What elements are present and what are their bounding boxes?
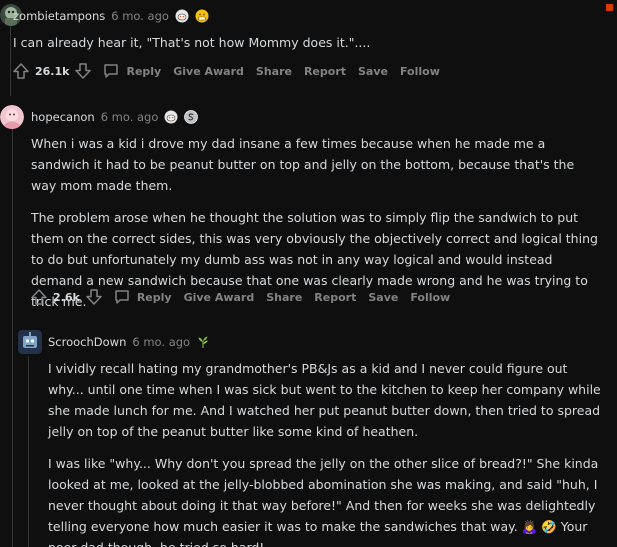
downvote-icon[interactable]: [85, 288, 103, 306]
share-button[interactable]: Share: [266, 291, 302, 304]
follow-button[interactable]: Follow: [410, 291, 450, 304]
upvote-icon[interactable]: [30, 288, 48, 306]
snoo-award-icon[interactable]: [175, 9, 189, 23]
avatar-pink-icon[interactable]: [0, 105, 24, 129]
comment-paragraph: I was like "why... Why don't you spread …: [48, 456, 599, 547]
timestamp[interactable]: 6 mo. ago: [101, 110, 159, 124]
reply-button[interactable]: Reply: [113, 288, 172, 306]
silver-award-icon[interactable]: [184, 110, 199, 124]
save-button[interactable]: Save: [358, 65, 388, 78]
reply-icon: [102, 62, 120, 80]
comment-body: I vividly recall hating my grandmother's…: [48, 358, 603, 547]
comment-meta: ScroochDown 6 mo. ago: [48, 332, 210, 352]
comment-paragraph: I vividly recall hating my grandmother's…: [48, 361, 601, 439]
share-button[interactable]: Share: [256, 65, 292, 78]
report-button[interactable]: Report: [314, 291, 356, 304]
thread-line[interactable]: [10, 24, 11, 96]
reply-label: Reply: [136, 290, 172, 304]
thread-line[interactable]: [12, 124, 13, 547]
reply-icon: [113, 288, 131, 306]
comment-thread: zombietampons 6 mo. ago I can already he…: [0, 0, 617, 547]
comment-actions: 2.6k Reply Give Award Share Report Save …: [30, 286, 450, 308]
reply-label: Reply: [126, 64, 162, 78]
username[interactable]: hopecanon: [31, 110, 95, 124]
timestamp[interactable]: 6 mo. ago: [132, 335, 190, 349]
comment-actions: 26.1k Reply Give Award Share Report Save…: [12, 60, 440, 82]
grimace-award-icon[interactable]: [195, 9, 209, 23]
reply-button[interactable]: Reply: [102, 62, 161, 80]
save-button[interactable]: Save: [368, 291, 398, 304]
timestamp[interactable]: 6 mo. ago: [111, 9, 169, 23]
give-award-button[interactable]: Give Award: [173, 65, 244, 78]
comment-paragraph: I can already hear it, "That's not how M…: [13, 35, 371, 50]
username[interactable]: ScroochDown: [48, 335, 126, 349]
downvote-icon[interactable]: [74, 62, 92, 80]
give-award-button[interactable]: Give Award: [184, 291, 255, 304]
report-button[interactable]: Report: [304, 65, 346, 78]
thread-line[interactable]: [28, 356, 29, 547]
snoo-award-icon[interactable]: [164, 110, 178, 124]
vote-score: 26.1k: [35, 64, 70, 78]
username[interactable]: zombietampons: [13, 9, 105, 23]
plant-award-icon[interactable]: [196, 335, 210, 349]
vote-score: 2.6k: [53, 290, 80, 304]
comment-meta: hopecanon 6 mo. ago: [31, 107, 199, 127]
avatar-robot-icon[interactable]: [18, 330, 42, 354]
upvote-icon[interactable]: [12, 62, 30, 80]
comment-meta: zombietampons 6 mo. ago: [13, 6, 209, 26]
notification-badge: [606, 4, 613, 11]
follow-button[interactable]: Follow: [400, 65, 440, 78]
comment-paragraph: When i was a kid i drove my dad insane a…: [31, 136, 575, 193]
